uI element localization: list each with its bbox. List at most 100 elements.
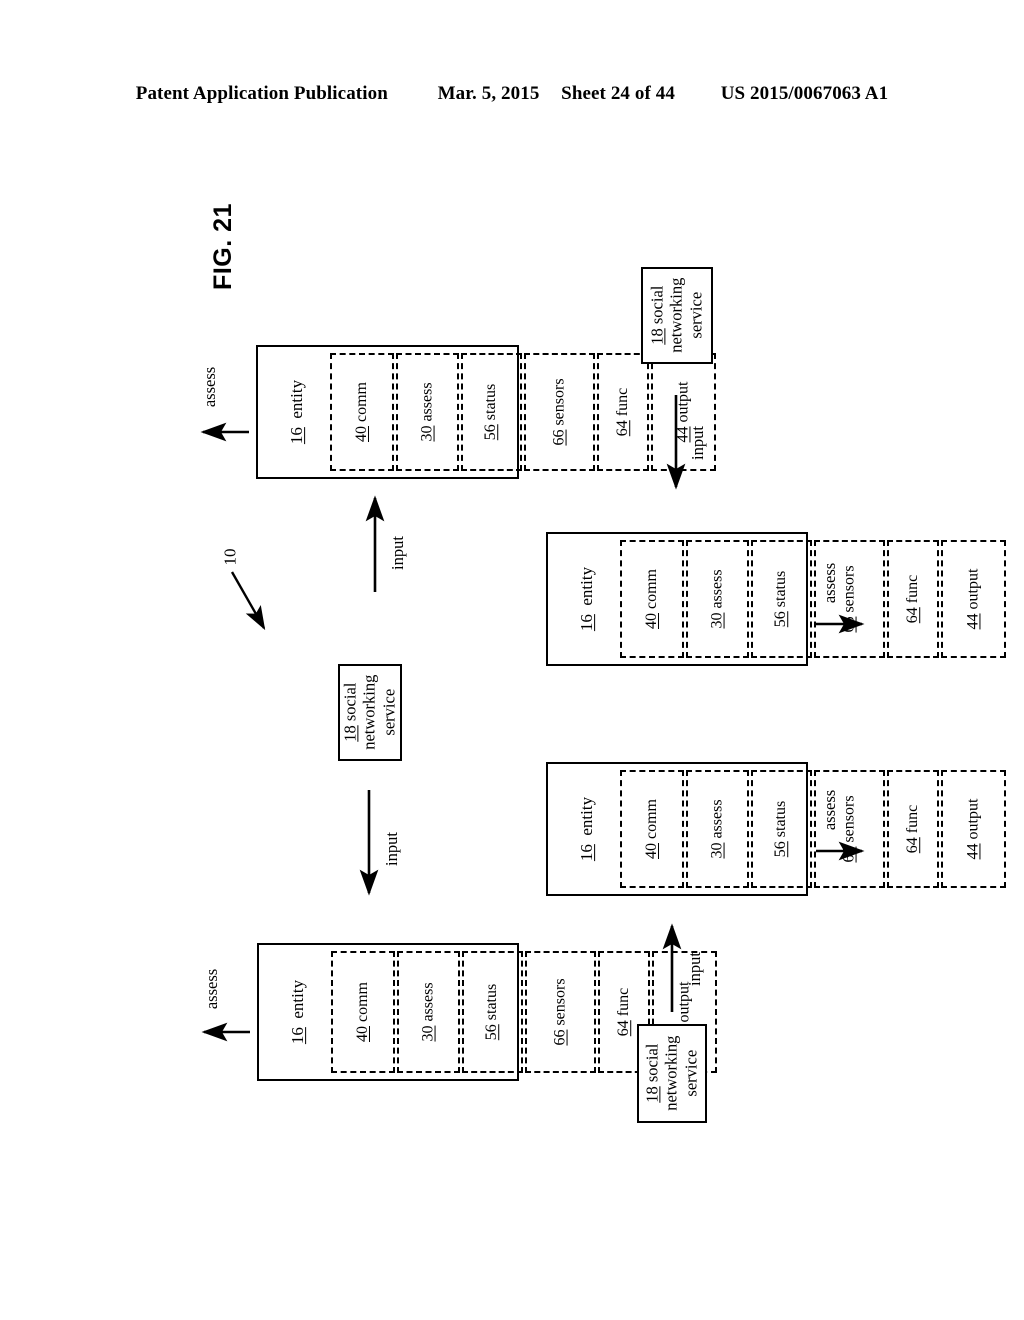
sns-line1: social	[642, 1043, 662, 1083]
component-label: assess	[419, 982, 437, 1022]
sns-line3: service	[379, 689, 399, 736]
entity-component-comm: 40 comm	[331, 951, 396, 1073]
component-num: 64	[904, 837, 922, 854]
component-label: func	[615, 987, 633, 1017]
entity-block-middle-right: 16 entity 40 comm 30 assess 56 status 66…	[546, 532, 1007, 666]
sns-line2: networking	[667, 277, 687, 354]
entity-component-comm: 40 comm	[330, 353, 395, 471]
reference-numeral-10-text: 10	[220, 548, 239, 566]
reference-leader-line-10	[230, 571, 266, 631]
component-num: 44	[964, 613, 982, 630]
entity-label: entity	[288, 979, 308, 1019]
entity-block-top-left: 16 entity 40 comm 30 assess 56 status 66…	[256, 345, 717, 479]
component-label: output	[964, 798, 982, 840]
entity-num: 16	[577, 614, 597, 632]
component-num: 64	[904, 607, 922, 624]
component-num: 66	[550, 429, 568, 446]
component-num: 40	[354, 1026, 372, 1042]
sns-line1: social	[647, 285, 667, 325]
component-num: 30	[419, 1025, 437, 1042]
arrow-layer	[200, 395, 865, 1042]
component-label: func	[614, 387, 632, 417]
arrow-label-assess-bottom-right: assess	[820, 789, 839, 831]
arrow-label-input-top-left: input	[388, 536, 408, 570]
entity-num: 16	[288, 1027, 308, 1045]
entity-label: entity	[577, 796, 597, 836]
component-num: 30	[418, 425, 436, 442]
reference-numeral-10: 10	[213, 540, 247, 574]
component-num: 66	[551, 1029, 569, 1046]
entity-title-bottom-right: 16 entity	[555, 770, 619, 888]
sns-line3: service	[686, 292, 706, 339]
entity-component-assess: 30 assess	[396, 353, 460, 471]
arrow-label-assess-top-left: assess	[200, 366, 219, 408]
entity-component-func: 64 func	[886, 770, 940, 888]
component-num: 30	[708, 612, 726, 629]
social-networking-service-top-right: 18 social networking service	[641, 267, 713, 364]
entity-component-func: 64 func	[886, 540, 940, 658]
component-num: 66	[840, 616, 858, 633]
entity-component-status: 56 status	[461, 353, 522, 471]
entity-component-sensors: 66 sensors	[524, 951, 596, 1073]
component-num: 64	[615, 1020, 633, 1037]
component-label: func	[904, 804, 922, 834]
entity-component-func: 64 func	[596, 353, 650, 471]
arrow-label-input-bottom-left: input	[382, 832, 402, 866]
sns-text: 18 social networking service	[643, 1036, 701, 1111]
figure-label: FIG. 21	[168, 203, 278, 290]
entity-component-status: 56 status	[462, 951, 523, 1073]
entity-title-middle-right: 16 entity	[555, 540, 619, 658]
entity-component-output: 44 output	[941, 540, 1007, 658]
sns-text: 18 social networking service	[648, 278, 706, 353]
arrow-label-assess-middle-right: assess	[820, 562, 839, 604]
arrow-label-input-bottom-right: input	[685, 952, 705, 986]
entity-component-sensors: 66 sensors	[523, 353, 595, 471]
component-label: comm	[643, 569, 661, 609]
sns-num: 18	[340, 725, 360, 743]
sns-text: 18 social networking service	[341, 675, 399, 750]
component-label: sensors	[550, 378, 568, 426]
sns-line3: service	[681, 1050, 701, 1097]
component-label: assess	[708, 799, 726, 839]
component-label: status	[772, 800, 790, 838]
patent-figure: FIG. 21 10 16 entity 40 comm 30 assess 5…	[0, 0, 1024, 1320]
component-label: comm	[354, 982, 372, 1022]
component-label: output	[964, 568, 982, 610]
component-num: 40	[353, 426, 371, 442]
entity-title-bottom-left: 16 entity	[266, 951, 330, 1073]
component-num: 40	[643, 843, 661, 859]
entity-component-assess: 30 assess	[397, 951, 461, 1073]
component-num: 56	[772, 611, 790, 628]
entity-title-top-left: 16 entity	[265, 353, 329, 471]
entity-component-assess: 30 assess	[686, 540, 750, 658]
social-networking-service-bottom-right: 18 social networking service	[637, 1024, 707, 1123]
entity-component-status: 56 status	[751, 770, 812, 888]
component-num: 44	[964, 843, 982, 860]
component-label: comm	[643, 799, 661, 839]
component-num: 64	[614, 420, 632, 437]
entity-block-bottom-right: 16 entity 40 comm 30 assess 56 status 66…	[546, 762, 1007, 896]
arrow-label-assess-bottom-left: assess	[202, 968, 221, 1010]
entity-block-bottom-left: 16 entity 40 comm 30 assess 56 status 66…	[257, 943, 718, 1081]
sns-line2: networking	[662, 1035, 682, 1112]
sns-num: 18	[647, 328, 667, 346]
component-num: 66	[840, 846, 858, 863]
sns-line1: social	[340, 682, 360, 722]
component-num: 56	[482, 424, 500, 441]
component-label: sensors	[551, 978, 569, 1026]
entity-label: entity	[577, 566, 597, 606]
entity-component-assess: 30 assess	[686, 770, 750, 888]
component-num: 30	[708, 842, 726, 859]
entity-label: entity	[287, 379, 307, 419]
component-num: 56	[772, 841, 790, 858]
social-networking-service-middle-left: 18 social networking service	[338, 664, 402, 761]
entity-num: 16	[287, 427, 307, 445]
component-num: 40	[643, 613, 661, 629]
component-label: func	[904, 574, 922, 604]
entity-component-output: 44 output	[941, 770, 1007, 888]
figure-label-text: FIG. 21	[208, 202, 237, 290]
entity-component-comm: 40 comm	[620, 770, 685, 888]
component-label: status	[482, 383, 500, 421]
entity-component-status: 56 status	[751, 540, 812, 658]
component-label: status	[772, 570, 790, 608]
